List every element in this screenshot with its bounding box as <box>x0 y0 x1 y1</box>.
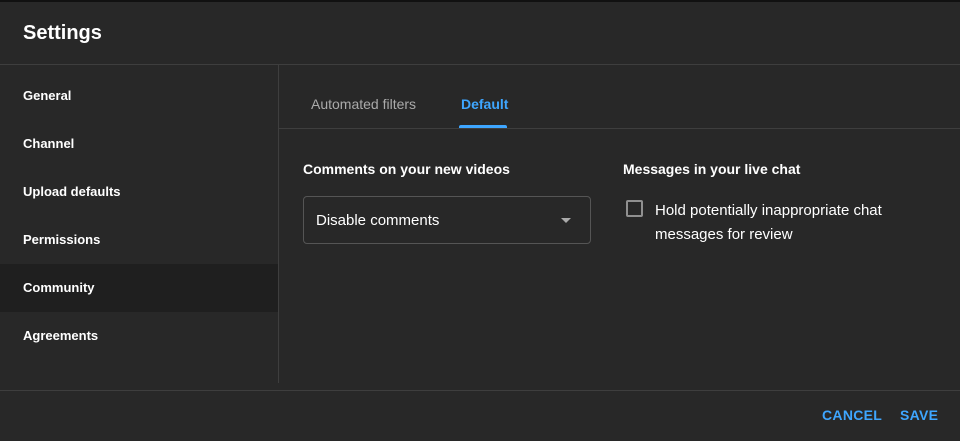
sidebar-nav: General Channel Upload defaults Permissi… <box>0 72 278 360</box>
sidebar-item-upload-defaults[interactable]: Upload defaults <box>0 168 278 216</box>
sidebar-item-channel[interactable]: Channel <box>0 120 278 168</box>
dropdown-arrow-icon <box>561 218 571 223</box>
footer-divider <box>0 390 960 391</box>
save-button[interactable]: SAVE <box>900 407 938 423</box>
cancel-button[interactable]: CANCEL <box>822 407 882 423</box>
dialog-title: Settings <box>23 22 102 44</box>
tab-automated-filters[interactable]: Automated filters <box>311 96 416 112</box>
tab-bar: Automated filters Default <box>279 65 960 129</box>
hold-messages-checkbox[interactable] <box>626 200 643 217</box>
tab-default[interactable]: Default <box>461 96 508 112</box>
comments-dropdown[interactable]: Disable comments <box>303 196 591 244</box>
comments-dropdown-value: Disable comments <box>316 212 440 229</box>
sidebar-item-agreements[interactable]: Agreements <box>0 312 278 360</box>
hold-messages-label[interactable]: Hold potentially inappropriate chat mess… <box>655 199 915 247</box>
comments-section-label: Comments on your new videos <box>303 161 510 177</box>
sidebar-item-permissions[interactable]: Permissions <box>0 216 278 264</box>
sidebar-item-community[interactable]: Community <box>0 264 278 312</box>
sidebar-item-general[interactable]: General <box>0 72 278 120</box>
window-top-border <box>0 0 960 2</box>
live-chat-section-label: Messages in your live chat <box>623 161 801 177</box>
active-tab-indicator <box>459 125 507 128</box>
